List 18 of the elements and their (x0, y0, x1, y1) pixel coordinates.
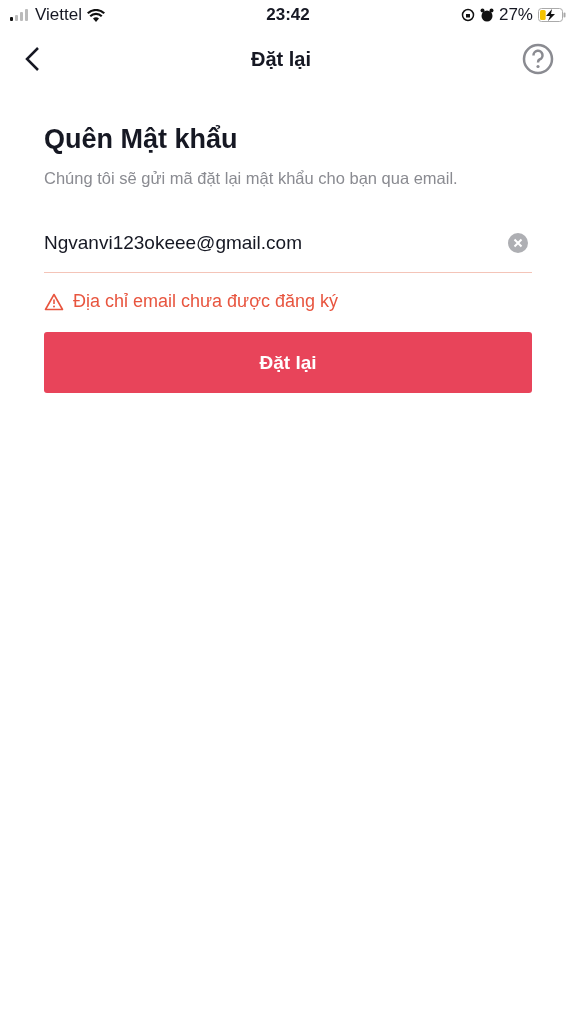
wifi-icon (86, 8, 105, 22)
signal-icon (10, 9, 30, 21)
error-message: Địa chỉ email chưa được đăng ký (73, 291, 339, 312)
heading: Quên Mật khẩu (44, 124, 239, 155)
back-icon[interactable] (24, 46, 40, 72)
clock-time: 23:42 (266, 5, 310, 25)
battery-icon (538, 8, 566, 22)
email-field[interactable]: Ngvanvi123okeee@gmail.com (44, 222, 532, 273)
reset-button[interactable]: Đặt lại (44, 332, 532, 393)
rotation-lock-icon (460, 8, 475, 22)
warning-icon (44, 292, 64, 311)
alarm-icon (479, 8, 494, 22)
description: Chúng tôi sẽ gửi mã đặt lại mật khẩu cho bạn qua email. (44, 169, 459, 188)
battery-percent: 27% (498, 5, 533, 25)
carrier-name: Viettel (35, 5, 82, 25)
help-icon[interactable] (522, 43, 554, 75)
clear-icon[interactable] (508, 233, 528, 253)
page-title: Đặt lại (251, 47, 311, 71)
